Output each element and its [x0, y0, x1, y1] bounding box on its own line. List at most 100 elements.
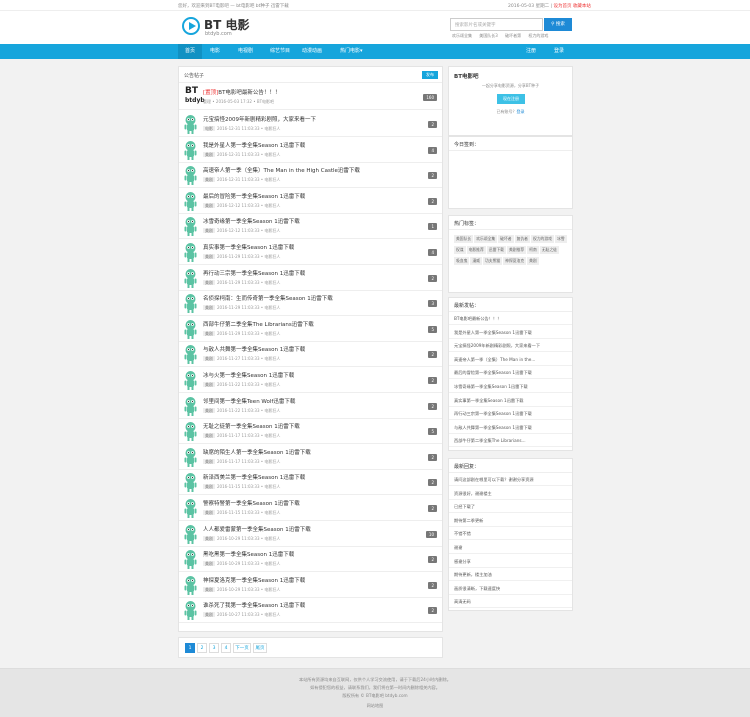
thread-category[interactable]: 美剧 — [203, 228, 215, 234]
sitemap-link[interactable]: 网站地图 — [0, 703, 750, 709]
user-avatar-icon[interactable] — [184, 447, 197, 467]
tag-link[interactable]: 权谋 — [454, 246, 466, 254]
thread-title[interactable]: 冰与火第一季全集Season 1迅雷下载 — [203, 371, 294, 379]
thread-title[interactable]: 冰雪奇缘第一季全集Season 1迅雷下载 — [203, 217, 300, 225]
page-4[interactable]: 4 — [221, 643, 231, 653]
thread-title[interactable]: 我是外星人第一季全集Season 1迅雷下载 — [203, 141, 305, 149]
thread-row[interactable]: 缺席的陌生人第一季全集Season 1迅雷下载 美剧 2016-11-17 11:0… — [179, 444, 442, 470]
register-button[interactable]: 现在注册 — [497, 94, 525, 104]
tag-link[interactable]: 功夫熊猫 — [482, 257, 503, 265]
user-avatar-icon[interactable] — [184, 472, 197, 493]
tag-link[interactable]: 漫威 — [470, 257, 482, 265]
thread-row[interactable]: 元宝搞怪2009年新剧精彩剧照，大家来看一下 电影 2016-12-31 11:03… — [179, 111, 442, 137]
thread-category[interactable]: 美剧 — [203, 612, 215, 618]
thread-category[interactable]: 电影 — [203, 126, 215, 131]
thread-row[interactable]: 谁杀死了我第一季全集Season 1迅雷下载 美剧 2016-10-27 11:03… — [179, 597, 442, 624]
user-avatar-icon[interactable] — [184, 268, 197, 288]
thread-category[interactable]: 美剧 — [203, 586, 215, 592]
thread-title[interactable]: 人人都爱雷蒙第一季全集Season 1迅雷下载 — [203, 525, 311, 533]
thread-category[interactable]: 美剧 — [203, 535, 215, 541]
tag-link[interactable]: 欢乐颂全集 — [474, 235, 498, 243]
latest-post-link[interactable]: BT电影吧最新公告！！！ — [449, 313, 572, 325]
latest-reply-link[interactable]: 谢谢 — [449, 542, 572, 554]
thread-category[interactable]: 美剧 — [203, 356, 215, 362]
thread-title[interactable]: 名侦探柯南：生而传奇第一季全集Season 1迅雷下载 — [203, 294, 333, 302]
thread-title[interactable]: 新泽西美兰第一季全集Season 1迅雷下载 — [203, 473, 305, 481]
latest-post-link[interactable]: 真实事第一季全集Season 1迅雷下载 — [449, 395, 572, 407]
nav-login[interactable]: 登录 — [554, 44, 564, 59]
thread-title[interactable]: 与敌人共舞第一季全集Season 1迅雷下载 — [203, 345, 305, 353]
user-avatar-icon[interactable] — [184, 600, 197, 621]
tag-link[interactable]: 美剧 — [527, 257, 539, 265]
latest-post-link[interactable]: 我是外星人第一季全集Season 1迅雷下载 — [449, 327, 572, 339]
tag-link[interactable]: 冰雪 — [554, 235, 567, 243]
thread-title[interactable]: 真实事第一季全集Season 1迅雷下载 — [203, 243, 294, 251]
nav-hot-dropdown[interactable]: 热门电影▾ — [340, 44, 363, 59]
nav-anime[interactable]: 动漫动画 — [302, 44, 322, 59]
user-avatar-icon[interactable] — [184, 344, 197, 365]
thread-row[interactable]: 高速帝人第一季（全集）The Man in the High Castle迅雷下… — [179, 162, 442, 189]
thread-title[interactable]: 元宝搞怪2009年新剧精彩剧照，大家来看一下 — [203, 115, 316, 123]
latest-reply-link[interactable]: 画质很清晰，下载速度快 — [449, 583, 572, 595]
nav-variety[interactable]: 综艺节目 — [270, 44, 290, 59]
nav-register[interactable]: 注册 — [526, 44, 536, 59]
thread-category[interactable]: 美剧 — [203, 458, 215, 464]
latest-post-link[interactable]: 再行动三宗第一季全集Season 1迅雷下载 — [449, 408, 572, 421]
thread-row[interactable]: 最后的冒险第一季全集Season 1迅雷下载 美剧 2016-12-12 11:03… — [179, 188, 442, 214]
thread-row[interactable]: 神探夏洛克第一季全集Season 1迅雷下载 美剧 2016-10-29 11:03… — [179, 572, 442, 598]
user-avatar-icon[interactable] — [184, 319, 197, 339]
thread-row[interactable]: 邻里间第一季全集Teen Wolf迅雷下载 美剧 2016-11-22 11:03:… — [179, 393, 442, 419]
pinned-title[interactable]: [置顶]BT电影吧最新公告！！！ — [203, 88, 280, 96]
thread-row[interactable]: 再行动三宗第一季全集Season 1迅雷下载 美剧 2016-11-29 11:03… — [179, 265, 442, 291]
search-input[interactable]: 搜索影片名或关键字 — [450, 18, 543, 31]
user-avatar-icon[interactable] — [184, 140, 197, 160]
user-avatar-icon[interactable] — [184, 216, 197, 237]
tag-link[interactable]: 神探夏洛克 — [503, 257, 527, 265]
thread-title[interactable]: 缺席的陌生人第一季全集Season 1迅雷下载 — [203, 448, 311, 456]
tag-link[interactable]: 权力的游戏 — [530, 235, 554, 243]
latest-reply-link[interactable]: 感谢分享 — [449, 556, 572, 568]
thread-category[interactable]: 美剧 — [203, 407, 215, 413]
login-link[interactable]: 登录 — [517, 109, 525, 114]
thread-row[interactable]: 与敌人共舞第一季全集Season 1迅雷下载 美剧 2016-11-27 11:03… — [179, 341, 442, 368]
nav-home[interactable]: 首页 — [178, 44, 202, 59]
latest-reply-link[interactable]: 资源很好，谢谢楼主 — [449, 488, 572, 500]
thread-row[interactable]: 冰与火第一季全集Season 1迅雷下载 美剧 2016-11-22 11:03:3… — [179, 367, 442, 393]
next-page[interactable]: 下一页 — [233, 643, 251, 653]
user-avatar-icon[interactable] — [184, 549, 197, 570]
latest-post-link[interactable]: 西部牛仔第二季全集The Librarians... — [449, 435, 572, 448]
page-2[interactable]: 2 — [197, 643, 207, 653]
thread-row[interactable]: 我是外星人第一季全集Season 1迅雷下载 美剧 2016-12-31 11:03… — [179, 137, 442, 163]
user-avatar-icon[interactable] — [184, 498, 197, 518]
user-avatar-icon[interactable] — [184, 421, 197, 442]
tag-link[interactable]: 柯南 — [527, 246, 539, 254]
nav-movies[interactable]: 电影 — [210, 44, 220, 59]
thread-row[interactable]: 警察特警第一季全集Season 1迅雷下载 美剧 2016-11-15 11:03:… — [179, 495, 442, 521]
latest-post-link[interactable]: 最后的冒险第一季全集Season 1迅雷下载 — [449, 367, 572, 380]
thread-title[interactable]: 警察特警第一季全集Season 1迅雷下载 — [203, 499, 300, 507]
tag-link[interactable]: 美剧推荐 — [506, 246, 527, 254]
thread-category[interactable]: 美剧 — [203, 330, 215, 336]
thread-category[interactable]: 美剧 — [203, 382, 215, 387]
thread-title[interactable]: 邻里间第一季全集Teen Wolf迅雷下载 — [203, 397, 295, 405]
thread-row[interactable]: 黑吃黑第一季全集Season 1迅雷下载 美剧 2016-10-29 11:03:3… — [179, 546, 442, 573]
thread-row[interactable]: 新泽西美兰第一季全集Season 1迅雷下载 美剧 2016-11-15 11:03… — [179, 469, 442, 496]
user-avatar-icon[interactable] — [184, 242, 197, 262]
thread-row[interactable]: 名侦探柯南：生而传奇第一季全集Season 1迅雷下载 美剧 2016-11-29 … — [179, 290, 442, 317]
user-avatar-icon[interactable] — [184, 524, 197, 544]
tag-link[interactable]: 电影推荐 — [466, 246, 486, 254]
last-page[interactable]: 尾页 — [253, 643, 267, 653]
latest-reply-link[interactable]: 期待更新，楼主加油 — [449, 569, 572, 582]
thread-title[interactable]: 西部牛仔第二季全集The Librarians迅雷下载 — [203, 320, 314, 328]
thread-title[interactable]: 再行动三宗第一季全集Season 1迅雷下载 — [203, 269, 305, 277]
latest-reply-link[interactable]: 不错不错 — [449, 528, 572, 541]
set-home-link[interactable]: 设为首页 收藏本站 — [553, 4, 590, 9]
user-avatar-icon[interactable] — [184, 191, 197, 211]
latest-post-link[interactable]: 冰雪奇缘第一季全集Season 1迅雷下载 — [449, 381, 572, 393]
thread-category[interactable]: 美剧 — [203, 433, 215, 439]
latest-reply-link[interactable]: 高清无码 — [449, 596, 572, 609]
tag-link[interactable]: 迅雷下载 — [486, 246, 506, 254]
tag-link[interactable]: 无耻之徒 — [539, 246, 559, 254]
thread-category[interactable]: 美剧 — [203, 510, 215, 515]
thread-title[interactable]: 最后的冒险第一季全集Season 1迅雷下载 — [203, 192, 305, 200]
